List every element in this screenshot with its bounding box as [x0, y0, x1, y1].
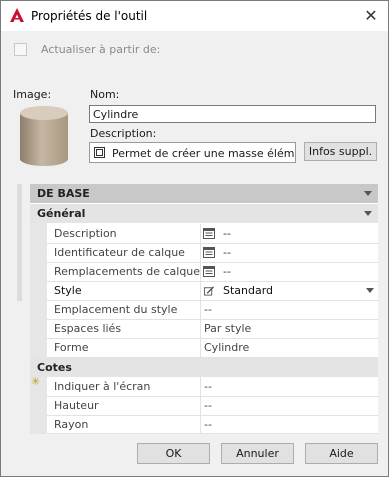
- group-general[interactable]: Général: [30, 204, 378, 223]
- dynamic-dimension-icon: ✳: [31, 375, 41, 388]
- property-key: Description: [54, 227, 117, 240]
- property-value: --: [204, 418, 212, 431]
- more-info-button[interactable]: Infos suppl.: [304, 142, 377, 161]
- cancel-button[interactable]: Annuler: [221, 443, 294, 464]
- cylinder-preview-image: [20, 106, 68, 166]
- property-row-style[interactable]: Style Standard: [30, 281, 378, 300]
- property-row-show-on-screen[interactable]: Indiquer à l'écran --: [30, 377, 378, 396]
- image-label: Image:: [13, 88, 52, 101]
- property-key: Hauteur: [54, 399, 99, 412]
- style-select[interactable]: Standard: [223, 284, 273, 297]
- row-divider: [47, 415, 378, 416]
- row-divider: [47, 357, 378, 358]
- property-value: --: [204, 303, 212, 316]
- name-label: Nom:: [90, 88, 120, 101]
- group-cotes-label: Cotes: [37, 361, 72, 374]
- text-editor-icon[interactable]: [203, 247, 215, 258]
- property-value: Cylindre: [204, 341, 250, 354]
- property-row-linked-spaces[interactable]: Espaces liés Par style: [30, 319, 378, 338]
- row-divider: [47, 281, 378, 282]
- refresh-checkbox[interactable]: [14, 43, 27, 56]
- collapse-arrow-icon[interactable]: [364, 211, 372, 216]
- edit-text-icon[interactable]: [94, 147, 105, 158]
- property-key: Rayon: [54, 418, 89, 431]
- property-key: Emplacement du style: [54, 303, 178, 316]
- description-field[interactable]: Permet de créer une masse élémen: [89, 142, 296, 163]
- title-bar: Propriétés de l'outil ✕: [1, 1, 388, 31]
- property-value: --: [223, 265, 231, 278]
- row-divider: [47, 319, 378, 320]
- property-row-style-location[interactable]: Emplacement du style --: [30, 300, 378, 319]
- row-divider: [47, 338, 378, 339]
- help-button[interactable]: Aide: [305, 443, 378, 464]
- property-row-height[interactable]: Hauteur --: [30, 396, 378, 415]
- property-row-layer-overrides[interactable]: Remplacements de calque --: [30, 262, 378, 281]
- text-editor-icon[interactable]: [203, 228, 215, 239]
- row-divider: [47, 262, 378, 263]
- property-value: --: [223, 227, 231, 240]
- name-field[interactable]: Cylindre: [89, 105, 376, 123]
- property-key: Style: [54, 284, 82, 297]
- row-divider: [47, 300, 378, 301]
- group-cotes[interactable]: Cotes: [30, 358, 378, 377]
- close-icon[interactable]: ✕: [362, 7, 380, 25]
- grid-scroll-gutter: [17, 184, 22, 301]
- property-key: Remplacements de calque: [54, 265, 201, 278]
- property-key: Indiquer à l'écran: [54, 380, 151, 393]
- property-value: --: [204, 380, 212, 393]
- group-general-label: Général: [37, 207, 86, 220]
- description-label: Description:: [90, 127, 157, 140]
- text-editor-icon[interactable]: [203, 266, 215, 277]
- property-key: Forme: [54, 341, 89, 354]
- style-brush-icon: [203, 286, 215, 296]
- autocad-logo-icon: [10, 8, 24, 22]
- property-value: Par style: [204, 322, 252, 335]
- column-divider: [200, 224, 201, 358]
- chevron-down-icon[interactable]: [366, 288, 374, 293]
- property-row-layer-key[interactable]: Identificateur de calque --: [30, 243, 378, 262]
- row-divider: [47, 433, 378, 434]
- tool-properties-dialog: Propriétés de l'outil ✕ Actualiser à par…: [0, 0, 389, 477]
- property-row-shape[interactable]: Forme Cylindre: [30, 338, 378, 357]
- property-key: Identificateur de calque: [54, 246, 185, 259]
- category-base-label: DE BASE: [37, 187, 90, 200]
- column-divider: [200, 377, 201, 434]
- ok-button[interactable]: OK: [137, 443, 210, 464]
- row-divider: [47, 396, 378, 397]
- row-divider: [47, 243, 378, 244]
- property-row-description[interactable]: Description --: [30, 224, 378, 243]
- description-value: Permet de créer une masse élémen: [112, 147, 296, 160]
- property-value: --: [204, 399, 212, 412]
- collapse-arrow-icon[interactable]: [364, 191, 372, 196]
- category-base[interactable]: DE BASE: [30, 184, 378, 203]
- refresh-label: Actualiser à partir de:: [41, 43, 161, 56]
- property-value: --: [223, 246, 231, 259]
- property-row-radius[interactable]: Rayon --: [30, 415, 378, 434]
- property-grid: DE BASE Général Description -- Identific…: [30, 184, 378, 434]
- property-key: Espaces liés: [54, 322, 122, 335]
- window-title: Propriétés de l'outil: [31, 9, 148, 23]
